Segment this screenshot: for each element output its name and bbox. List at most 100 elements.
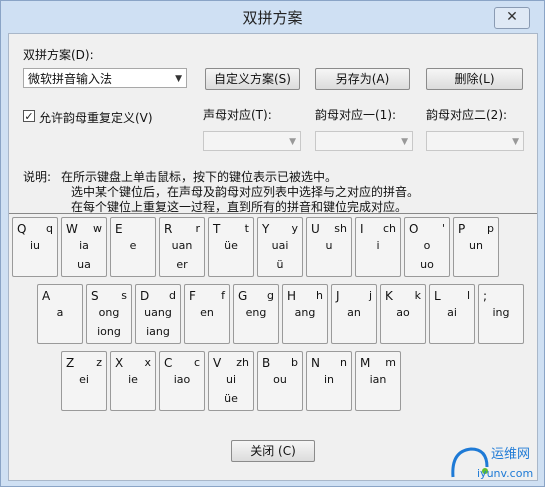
key-i[interactable]: Ich i <box>355 217 401 277</box>
key-v[interactable]: Vzh ui üe <box>208 351 254 411</box>
close-icon: ✕ <box>506 9 518 25</box>
key-c[interactable]: Cc iao <box>159 351 205 411</box>
key-z[interactable]: Zz ei <box>61 351 107 411</box>
watermark-text-1: 运维网 <box>491 447 530 462</box>
help-prefix: 说明: <box>23 170 52 184</box>
key-o[interactable]: O ' o uo <box>404 217 450 277</box>
key-initial: y <box>291 222 298 235</box>
key-e[interactable]: Ee <box>110 217 156 277</box>
key-letter: S <box>91 289 99 303</box>
key-letter: X <box>115 356 124 370</box>
key-initial: sh <box>334 222 347 235</box>
key-final-1: ie <box>128 373 138 386</box>
key-final-1: e <box>129 239 137 252</box>
key-x[interactable]: Xx ie <box>110 351 156 411</box>
chevron-down-icon: ▼ <box>175 74 182 84</box>
key-initial: b <box>291 356 298 369</box>
key-initial: h <box>316 289 323 302</box>
key-letter: Q <box>17 222 27 236</box>
custom-scheme-button[interactable]: 自定义方案(S) <box>205 68 300 90</box>
divider <box>9 213 537 214</box>
key-letter: D <box>140 289 150 303</box>
key-letter: B <box>262 356 271 370</box>
initial-mapping-label: 声母对应(T): <box>203 108 272 122</box>
key-m[interactable]: Mm ian <box>355 351 401 411</box>
key-final-1: ang <box>294 306 316 319</box>
key-final-1: iao <box>173 373 191 386</box>
key-final-2: ü <box>276 258 284 271</box>
key-final-2: er <box>176 258 188 271</box>
key-letter: L <box>434 289 441 303</box>
key-initial: c <box>193 356 200 369</box>
key-n[interactable]: Nn in <box>306 351 352 411</box>
key-final-2: iong <box>97 325 121 338</box>
key-initial: q <box>46 222 53 235</box>
save-as-button[interactable]: 另存为(A) <box>315 68 410 90</box>
key-l[interactable]: Ll ai <box>429 284 475 344</box>
key-initial: l <box>466 289 470 302</box>
key-final-1: ai <box>447 306 457 319</box>
key-initial: d <box>169 289 176 302</box>
dialog-window: 双拼方案 ✕ 双拼方案(D): 微软拼音输入法 ▼ 自定义方案(S) 另存为(A… <box>0 0 545 487</box>
watermark-logo: 运维网 iyunv.com <box>451 447 533 480</box>
key-final-1: eng <box>245 306 267 319</box>
key-final-1: uang <box>144 306 172 319</box>
key-u[interactable]: Ush u <box>306 217 352 277</box>
chevron-down-icon: ▼ <box>512 137 519 147</box>
key-letter: E <box>115 222 123 236</box>
key-d[interactable]: Dd uang iang <box>135 284 181 344</box>
key-final-2: ua <box>77 258 91 271</box>
key-r[interactable]: Rr uan er <box>159 217 205 277</box>
key-final-1: uai <box>271 239 289 252</box>
key-k[interactable]: Kk ao <box>380 284 426 344</box>
key-letter: Y <box>262 222 270 236</box>
watermark-text-2: iyunv.com <box>477 467 533 480</box>
key-y[interactable]: Yy uai ü <box>257 217 303 277</box>
close-window-button[interactable]: ✕ <box>494 7 530 29</box>
key-f[interactable]: Ff en <box>184 284 230 344</box>
key-letter: F <box>189 289 196 303</box>
key-final-1: ou <box>273 373 287 386</box>
key-h[interactable]: Hh ang <box>282 284 328 344</box>
scheme-label: 双拼方案(D): <box>23 48 94 62</box>
key-initial: m <box>385 356 396 369</box>
key-letter: U <box>311 222 320 236</box>
key-b[interactable]: Bb ou <box>257 351 303 411</box>
key-final-1: i <box>376 239 380 252</box>
key-s[interactable]: Ss ong iong <box>86 284 132 344</box>
key-final-1: o <box>423 239 431 252</box>
window-title: 双拼方案 <box>242 9 303 27</box>
key-w[interactable]: Ww ia ua <box>61 217 107 277</box>
key-letter: W <box>66 222 78 236</box>
key-initial: x <box>144 356 151 369</box>
final-mapping-1-label: 韵母对应一(1): <box>315 108 397 122</box>
key-final-2: iang <box>146 325 170 338</box>
initial-mapping-select[interactable]: ▼ <box>203 131 301 151</box>
close-button[interactable]: 关闭 (C) <box>231 440 315 462</box>
chevron-down-icon: ▼ <box>289 137 296 147</box>
key-q[interactable]: Qq iu <box>12 217 58 277</box>
allow-repeat-checkbox[interactable]: ✓ <box>23 110 35 122</box>
key-final-1: ui <box>225 373 237 386</box>
key-letter: O <box>409 222 419 236</box>
scheme-selected-value: 微软拼音输入法 <box>28 72 113 86</box>
key-a[interactable]: Aa <box>37 284 83 344</box>
key-initial: z <box>96 356 102 369</box>
scheme-select[interactable]: 微软拼音输入法 ▼ <box>23 68 187 88</box>
key-final-1: üe <box>224 239 238 252</box>
final-mapping-2-select[interactable]: ▼ <box>426 131 524 151</box>
key-p[interactable]: Pp un <box>453 217 499 277</box>
key-initial: ch <box>382 222 396 235</box>
key-initial: s <box>121 289 127 302</box>
key-j[interactable]: Jj an <box>331 284 377 344</box>
key-t[interactable]: Tt üe <box>208 217 254 277</box>
delete-button[interactable]: 删除(L) <box>426 68 523 90</box>
final-mapping-1-select[interactable]: ▼ <box>315 131 413 151</box>
checkmark-icon: ✓ <box>24 110 34 123</box>
key-letter: J <box>336 289 340 303</box>
key-g[interactable]: Gg eng <box>233 284 279 344</box>
key-semicolon[interactable]: ; ing <box>478 284 524 344</box>
key-final-1: an <box>347 306 361 319</box>
key-final-1: ing <box>492 306 510 319</box>
key-letter: T <box>213 222 221 236</box>
